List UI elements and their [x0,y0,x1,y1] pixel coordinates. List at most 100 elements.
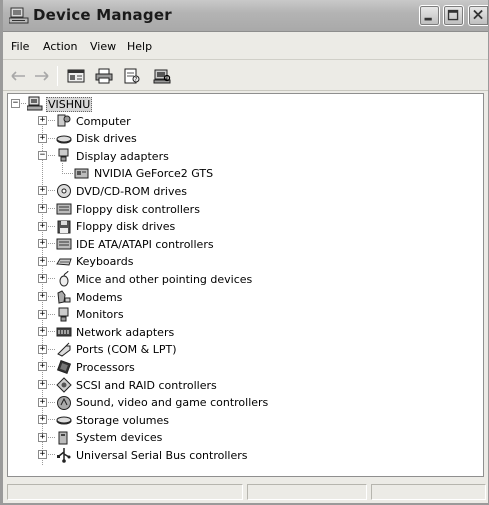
root-collapse-toggle[interactable]: − [11,99,20,108]
tree-line [48,313,55,315]
tree-category-node[interactable]: DVD/CD-ROM drives [56,182,188,200]
tree-expand-toggle[interactable]: + [38,133,47,143]
tree-expand-toggle[interactable]: + [38,274,47,284]
system-device-icon [58,431,68,445]
tree-expand-toggle[interactable]: + [38,204,47,213]
tree-category-node[interactable]: IDE ATA/ATAPI controllers [56,235,215,253]
tree-line [48,348,55,350]
tree-category-node[interactable]: Mice and other pointing devices [56,270,253,288]
status-pane-right [371,484,486,500]
tree-category-label: Processors [76,360,135,374]
tree-category-label: Modems [76,290,123,304]
tree-device-node[interactable]: NVIDIA GeForce2 GTS [74,165,214,183]
menu-view[interactable]: View [90,40,116,53]
menu-action[interactable]: Action [43,40,77,53]
network-adapter-icon [56,327,72,337]
tree-category-node[interactable]: Disk drives [56,130,138,148]
tree-category-node[interactable]: Display adapters [56,147,170,165]
tree-category-node[interactable]: Modems [56,288,123,306]
tree-expand-toggle[interactable]: − [38,151,47,161]
menu-file[interactable]: File [11,40,29,53]
show-hide-tree-button[interactable] [65,66,87,86]
tree-expand-toggle[interactable]: + [38,256,47,266]
tree-category-label: System devices [76,431,163,445]
device-manager-icon [9,7,29,24]
properties-button[interactable]: ? [121,66,143,86]
computer-icon [57,114,71,127]
tree-root-label: VISHNU [46,96,93,112]
tree-line [48,155,55,157]
tree-expand-toggle[interactable]: + [38,239,47,249]
tree-expand-toggle[interactable]: + [38,292,47,301]
tree-expand-toggle[interactable]: + [38,362,47,372]
tree-line [48,137,55,139]
tree-line [48,260,55,262]
tree-expand-toggle[interactable]: + [38,380,47,389]
mouse-icon [59,271,69,287]
display-adapter-icon [58,148,69,162]
back-button[interactable] [9,66,29,86]
tree-category-node[interactable]: Ports (COM & LPT) [56,341,178,359]
menu-help[interactable]: Help [127,40,152,53]
tree-line [48,120,55,121]
tree-category-node[interactable]: Storage volumes [56,411,170,429]
keyboard-icon [56,258,72,266]
tree-category-node[interactable]: SCSI and RAID controllers [56,376,218,394]
tree-line [62,161,63,174]
tree-expand-toggle[interactable]: + [38,415,47,425]
scsi-icon [56,377,72,393]
tree-category-node[interactable]: Sound, video and game controllers [56,394,269,412]
tree-expand-toggle[interactable]: + [38,221,47,231]
tree-category-node[interactable]: Monitors [56,306,125,324]
window-title: Device Manager [33,6,172,24]
status-pane-middle [247,484,367,500]
tree-category-node[interactable]: System devices [56,429,163,447]
tree-category-label: Monitors [76,308,124,322]
storage-icon [56,416,72,425]
tree-category-node[interactable]: Floppy disk controllers [56,200,201,218]
print-button[interactable] [93,66,115,86]
maximize-button[interactable] [443,5,464,26]
tree-expand-toggle[interactable]: + [38,309,47,319]
tree-category-node[interactable]: Universal Serial Bus controllers [56,446,248,464]
tree-expand-toggle[interactable]: + [38,116,47,125]
tree-line [48,243,55,245]
close-button[interactable] [468,5,488,26]
tree-expand-toggle[interactable]: + [38,186,47,196]
scan-hardware-icon [153,69,171,84]
tree-root-node[interactable]: VISHNU [27,95,93,113]
tree-category-node[interactable]: Keyboards [56,253,134,271]
modem-icon [57,290,71,304]
tree-category-label: Disk drives [76,132,137,146]
forward-button[interactable] [31,66,51,86]
title-bar[interactable]: Device Manager [3,0,488,32]
minimize-button[interactable] [419,5,440,26]
tree-category-node[interactable]: Computer [56,112,132,130]
monitor-icon [58,307,69,322]
tree-line [62,172,73,174]
tree-category-label: Computer [76,114,131,128]
menu-bar: File Action View Help [3,33,488,60]
port-icon [57,342,71,357]
tree-line [48,278,55,280]
scan-hardware-button[interactable] [151,66,173,86]
tree-expand-toggle[interactable]: + [38,450,47,460]
tree-expand-toggle[interactable]: + [38,397,47,407]
tree-line [48,331,55,333]
tree-line [48,225,55,227]
disk-drive-icon [56,135,72,144]
tree-category-label: Floppy disk controllers [76,202,200,216]
tree-category-node[interactable]: Processors [56,358,136,376]
status-bar [7,482,486,502]
tree-expand-toggle[interactable]: + [38,344,47,354]
minimize-icon [424,17,432,21]
tree-category-node[interactable]: Floppy disk drives [56,218,176,236]
floppy-icon [57,220,71,234]
tree-category-label: IDE ATA/ATAPI controllers [76,237,214,251]
tree-expand-toggle[interactable]: + [38,432,47,442]
tree-expand-toggle[interactable]: + [38,327,47,337]
console-tree-icon [67,69,85,83]
tree-line [48,384,55,385]
tree-category-node[interactable]: Network adapters [56,323,175,341]
device-tree[interactable]: − VISHNU + Computer + Disk drives − Display a… [7,93,484,477]
